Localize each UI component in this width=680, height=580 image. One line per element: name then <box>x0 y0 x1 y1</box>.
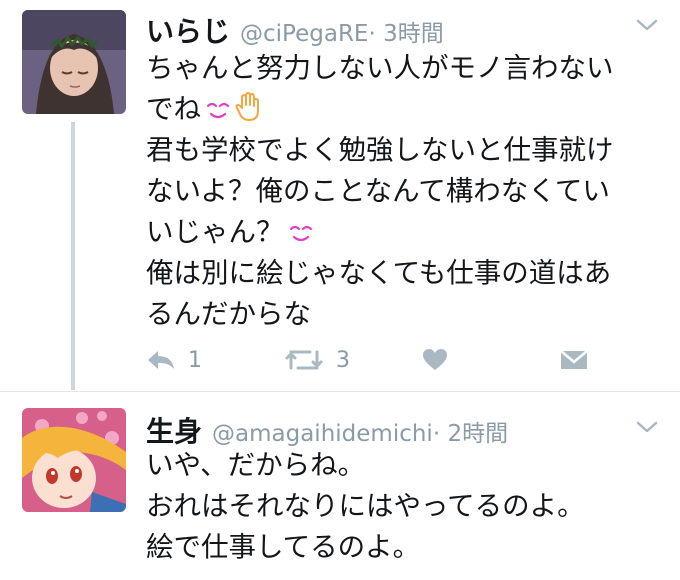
avatar[interactable] <box>22 10 126 114</box>
tweet[interactable]: いらじ @ciPegaRE · 3時間 ちゃんと努力しない人がモノ言わない でね… <box>0 0 680 391</box>
tweet-line: 君も学校でよく勉強しないと仕事就け <box>146 134 614 166</box>
direct-message-button[interactable] <box>560 342 588 378</box>
tweet-text: ちゃんと努力しない人がモノ言わない でね 君も学校でよく勉強しないと仕事就け な… <box>146 48 666 335</box>
reply-count: 1 <box>188 347 202 373</box>
retweet-count: 3 <box>336 347 350 373</box>
tweet-line: 俺は別に絵じゃなくても仕事の道はあ <box>146 257 612 289</box>
timestamp[interactable]: · 3時間 <box>368 14 443 48</box>
display-name[interactable]: 生身 <box>146 410 202 450</box>
chevron-down-icon[interactable] <box>636 18 658 32</box>
display-name[interactable]: いらじ <box>146 10 230 50</box>
tweet-line-with-emoji: いじゃん？ <box>146 212 666 253</box>
reply-button[interactable]: 1 <box>146 342 202 378</box>
tweet-actions: 1 3 <box>146 342 606 378</box>
direct-message-icon <box>560 350 588 369</box>
like-icon <box>423 349 447 370</box>
tweet-header: 生身 @amagaihidemichi · 2時間 <box>146 410 508 448</box>
tweet[interactable]: 生身 @amagaihidemichi · 2時間 いや、だからね。 おれはそれ… <box>0 392 680 580</box>
retweet-icon <box>285 350 323 370</box>
tweet-line: るんだからな <box>146 298 311 330</box>
chevron-down-icon[interactable] <box>636 420 658 434</box>
smile-eyes-emoji <box>206 102 230 119</box>
tweet-header: いらじ @ciPegaRE · 3時間 <box>146 10 444 48</box>
tweet-line: 絵で仕事してるのよ。 <box>146 531 421 563</box>
smile-eyes-emoji <box>289 225 312 242</box>
tweet-line-with-emoji: でね <box>146 89 666 130</box>
user-handle[interactable]: @amagaihidemichi <box>212 421 433 447</box>
tweet-line: ちゃんと努力しない人がモノ言わない <box>146 52 614 84</box>
tweet-line: おれはそれなりにはやってるのよ。 <box>146 490 585 522</box>
like-button[interactable] <box>422 342 448 378</box>
avatar[interactable] <box>22 408 126 512</box>
user-handle[interactable]: @ciPegaRE <box>240 21 368 47</box>
raised-hand-emoji <box>235 92 259 121</box>
reply-icon <box>148 351 174 369</box>
tweet-line: いや、だからね。 <box>146 449 366 481</box>
retweet-button[interactable]: 3 <box>284 342 350 378</box>
timestamp[interactable]: · 2時間 <box>433 414 508 448</box>
tweet-line: ないよ？俺のことなんて構わなくてい <box>146 175 610 207</box>
tweet-text: いや、だからね。 おれはそれなりにはやってるのよ。 絵で仕事してるのよ。 <box>146 445 666 568</box>
